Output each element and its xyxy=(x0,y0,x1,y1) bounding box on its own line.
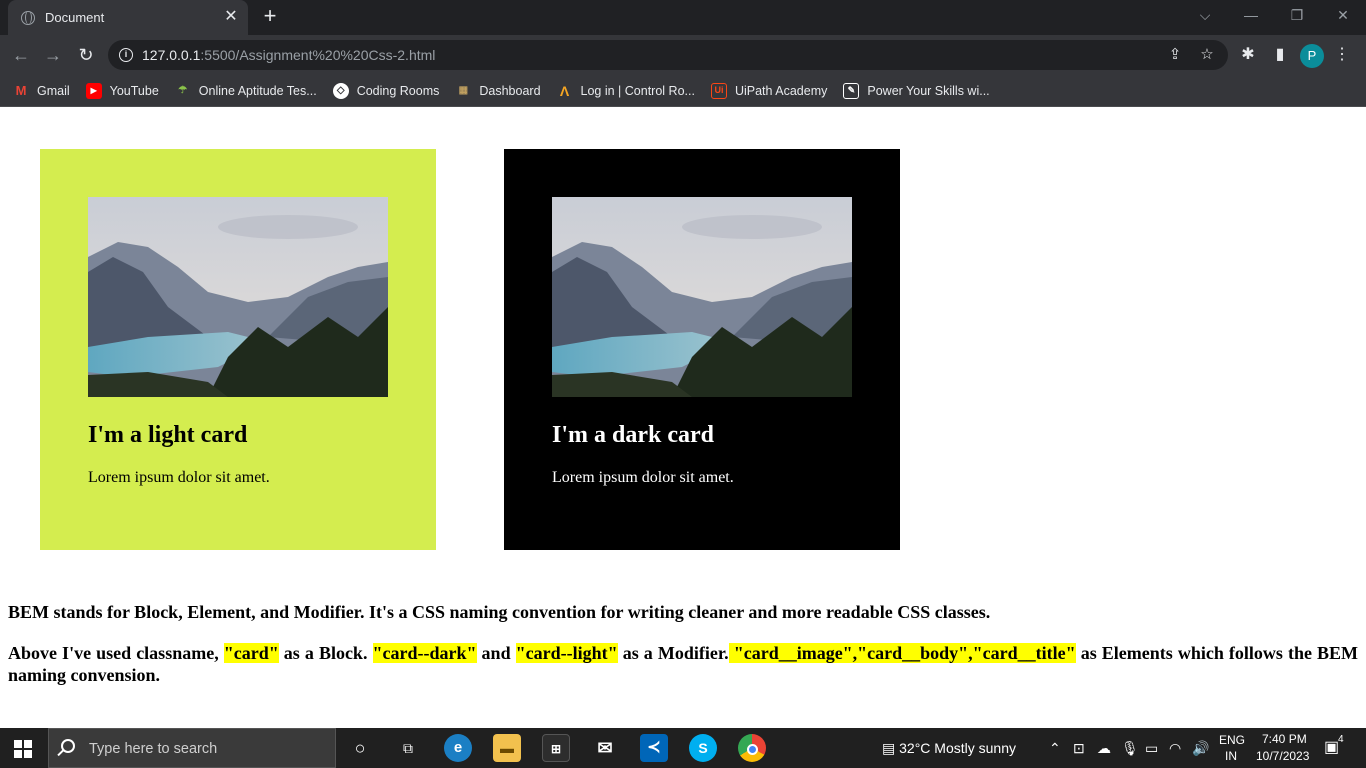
reload-icon[interactable]: ↻ xyxy=(74,43,98,67)
cortana-icon[interactable]: ○ xyxy=(346,734,374,762)
vscode-icon[interactable]: ≺ xyxy=(640,734,668,762)
address-bar[interactable]: i 127.0.0.1:5500/Assignment%20%20Css-2.h… xyxy=(108,40,1228,70)
bookmark-dashboard[interactable]: ▦ Dashboard xyxy=(455,83,541,99)
search-placeholder: Type here to search xyxy=(89,741,218,757)
tab-search-icon[interactable]: ⌵ xyxy=(1182,0,1228,30)
highlight-modifier-light: "card--light" xyxy=(515,643,618,663)
language-bottom[interactable]: IN xyxy=(1225,749,1237,763)
tab-title: Document xyxy=(45,10,105,25)
bookmarks-bar: M Gmail ▶ YouTube ☂ Online Aptitude Tes... … xyxy=(0,75,1366,107)
menu-kebab-icon[interactable]: ⋮ xyxy=(1330,43,1354,67)
globe-icon xyxy=(21,10,35,25)
aptitude-icon: ☂ xyxy=(178,84,188,96)
notification-count: 4 xyxy=(1338,734,1344,745)
bookmark-aptitude[interactable]: ☂ Online Aptitude Tes... xyxy=(175,83,316,99)
card-image xyxy=(88,197,388,397)
bem-explanation-text: Above I've used classname, "card" as a B… xyxy=(8,643,1359,685)
mail-icon[interactable]: ✉ xyxy=(591,734,619,762)
skype-icon[interactable]: S xyxy=(689,734,717,762)
windows-taskbar: Type here to search ○ ⧉ e ▬ ⊞ ✉ ≺ S ▤ 32… xyxy=(0,728,1366,768)
uipath-icon: Ui xyxy=(710,82,727,99)
card-body: Lorem ipsum dolor sit amet. xyxy=(88,469,270,486)
gmail-icon: M xyxy=(15,82,27,98)
clock-date[interactable]: 10/7/2023 xyxy=(1256,749,1309,763)
card-title: I'm a dark card xyxy=(552,422,714,448)
taskbar-search-box[interactable]: Type here to search xyxy=(48,728,336,768)
site-info-icon[interactable]: i xyxy=(119,48,133,62)
weather-icon: ▤ xyxy=(882,740,900,756)
bookmark-star-icon[interactable]: ☆ xyxy=(1198,46,1216,64)
language-top[interactable]: ENG xyxy=(1219,733,1245,747)
bookmark-gmail[interactable]: M Gmail xyxy=(13,83,70,99)
show-hidden-icons[interactable]: ⌃ xyxy=(1049,728,1061,768)
wifi-icon[interactable]: ◠ xyxy=(1169,728,1181,768)
edge-icon[interactable]: e xyxy=(444,734,472,762)
bookmark-youtube[interactable]: ▶ YouTube xyxy=(85,82,159,99)
restore-button[interactable]: ❐ xyxy=(1274,0,1320,30)
card-title: I'm a light card xyxy=(88,422,248,448)
highlight-elements: "card__image","card__body","card__title" xyxy=(728,643,1076,663)
side-panel-icon[interactable]: ▮ xyxy=(1268,43,1292,67)
battery-icon[interactable]: ▭ xyxy=(1145,728,1158,768)
close-tab-icon[interactable]: ✕ xyxy=(222,8,240,26)
tab-document[interactable]: Document ✕ xyxy=(8,0,248,35)
coding-rooms-icon: ◇ xyxy=(332,82,349,99)
microphone-icon[interactable]: 🎙 xyxy=(1121,728,1139,768)
forward-arrow-icon[interactable]: → xyxy=(41,43,65,67)
profile-avatar[interactable]: P xyxy=(1300,44,1324,68)
new-tab-button[interactable]: + xyxy=(258,5,282,29)
clock-time[interactable]: 7:40 PM xyxy=(1262,732,1307,746)
browser-toolbar: ← → ↻ i 127.0.0.1:5500/Assignment%20%20C… xyxy=(0,35,1366,75)
dashboard-icon: ▦ xyxy=(458,84,469,96)
browser-tab-strip: Document ✕ + ⌵ — ❐ ✕ xyxy=(0,0,1366,35)
onedrive-icon[interactable]: ☁ xyxy=(1097,728,1111,768)
card-light: I'm a light card Lorem ipsum dolor sit a… xyxy=(40,149,436,550)
weather-widget[interactable]: ▤ 32°C Mostly sunny xyxy=(882,728,1016,768)
url-text[interactable]: 127.0.0.1:5500/Assignment%20%20Css-2.htm… xyxy=(142,47,435,63)
close-window-button[interactable]: ✕ xyxy=(1320,0,1366,30)
share-icon[interactable]: ⇪ xyxy=(1166,46,1184,64)
camera-icon[interactable]: ⊡ xyxy=(1073,728,1085,768)
bookmark-uipath[interactable]: Ui UiPath Academy xyxy=(710,82,827,99)
microsoft-store-icon[interactable]: ⊞ xyxy=(542,734,570,762)
bookmark-control-room[interactable]: Λ Log in | Control Ro... xyxy=(557,83,695,99)
bookmark-coding-rooms[interactable]: ◇ Coding Rooms xyxy=(332,82,439,99)
chrome-icon[interactable] xyxy=(738,734,766,762)
bem-definition-text: BEM stands for Block, Element, and Modif… xyxy=(8,602,991,622)
windows-start-icon[interactable] xyxy=(14,740,32,758)
bookmark-power-skills[interactable]: ✎ Power Your Skills wi... xyxy=(843,82,990,99)
file-explorer-icon[interactable]: ▬ xyxy=(493,734,521,762)
youtube-icon: ▶ xyxy=(85,82,102,99)
back-arrow-icon[interactable]: ← xyxy=(9,43,33,67)
card-dark: I'm a dark card Lorem ipsum dolor sit am… xyxy=(504,149,900,550)
page-content: I'm a light card Lorem ipsum dolor sit a… xyxy=(0,108,1366,728)
control-room-icon: Λ xyxy=(559,82,570,99)
highlight-modifier-dark: "card--dark" xyxy=(372,643,477,663)
notification-center-icon[interactable]: ▣ 4 xyxy=(1324,728,1344,768)
card-body: Lorem ipsum dolor sit amet. xyxy=(552,469,734,486)
volume-icon[interactable]: 🔊 xyxy=(1192,728,1209,768)
highlight-block: "card" xyxy=(223,643,279,663)
search-icon xyxy=(61,739,75,753)
card-image xyxy=(552,197,852,397)
extensions-icon[interactable]: ✱ xyxy=(1236,43,1260,67)
task-view-icon[interactable]: ⧉ xyxy=(394,734,422,762)
minimize-button[interactable]: — xyxy=(1228,0,1274,30)
power-skills-icon: ✎ xyxy=(843,82,860,99)
